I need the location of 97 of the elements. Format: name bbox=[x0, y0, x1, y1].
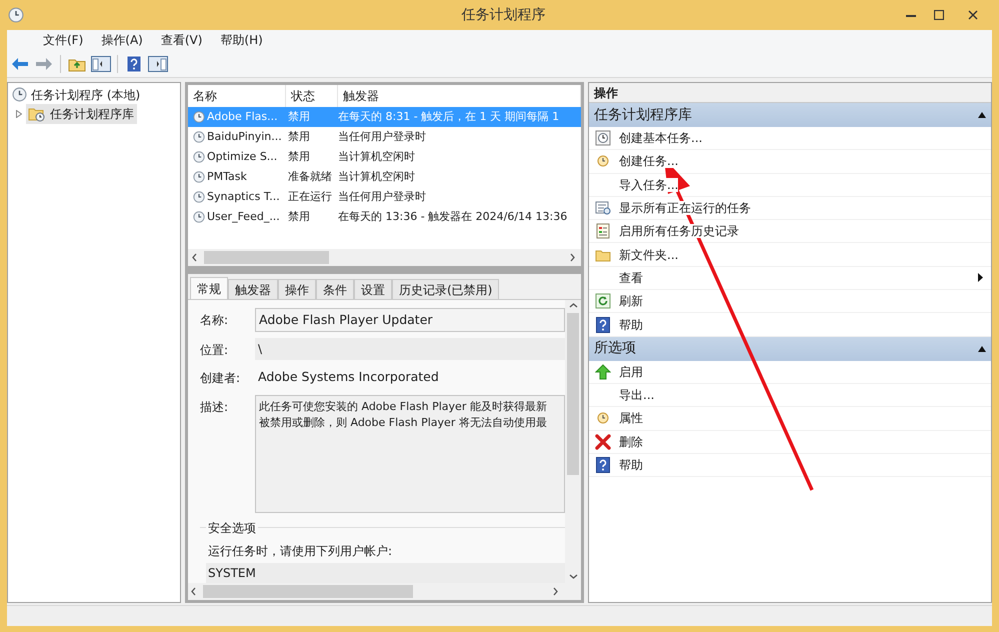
action-item[interactable]: 启用所有任务历史记录 bbox=[589, 220, 991, 244]
task-row[interactable]: Optimize S... 禁用 当计算机空闲时 bbox=[188, 147, 581, 167]
field-label: 创建者: bbox=[200, 370, 242, 388]
table-cell-text: 禁用 bbox=[287, 148, 311, 165]
action-item[interactable]: 创建基本任务... bbox=[589, 127, 991, 150]
detail-tab[interactable]: 历史记录(已禁用) bbox=[392, 278, 500, 298]
menu-item[interactable]: 帮助(H) bbox=[212, 31, 271, 49]
table-cell-text: PMTask bbox=[207, 168, 247, 185]
table-cell-text: 当任何用户登录时 bbox=[338, 188, 426, 205]
expand-arrow-icon[interactable] bbox=[16, 110, 22, 118]
task-row[interactable]: Synaptics T... 正在运行 当任何用户登录时 bbox=[188, 187, 581, 207]
table-cell-text: 当计算机空闲时 bbox=[338, 168, 415, 185]
description-field[interactable]: 此任务可使您安装的 Adobe Flash Player 能及时获得最新 被禁用或删除，则 Adobe Flash Player 将无法自动使用最 bbox=[255, 395, 565, 513]
table-cell-text: 禁用 bbox=[287, 108, 311, 125]
name-field[interactable]: Adobe Flash Player Updater bbox=[255, 308, 565, 332]
field-label: 位置: bbox=[200, 342, 230, 360]
clock-icon bbox=[193, 191, 205, 203]
table-cell-text: Adobe Flas... bbox=[207, 108, 278, 125]
action-item[interactable]: 属性 bbox=[589, 407, 991, 431]
action-item[interactable]: 帮助 bbox=[589, 454, 991, 478]
task-row[interactable]: BaiduPinyin... 禁用 当任何用户登录时 bbox=[188, 127, 581, 147]
clock-icon bbox=[597, 155, 609, 168]
detail-tab[interactable]: 条件 bbox=[316, 278, 354, 298]
action-item[interactable]: 刷新 bbox=[589, 290, 991, 314]
clock-icon bbox=[193, 151, 205, 163]
tree-item[interactable]: 任务计划程序 (本地) bbox=[8, 85, 180, 104]
window-title: 任务计划程序 bbox=[460, 6, 546, 24]
scroll-down-icon[interactable] bbox=[568, 572, 578, 581]
table-cell-text: 禁用 bbox=[287, 208, 311, 225]
account-prompt: 运行任务时，请使用下列用户帐户: bbox=[207, 543, 394, 560]
app-clock-icon bbox=[8, 7, 24, 23]
clock-icon bbox=[193, 171, 205, 183]
detail-tab[interactable]: 设置 bbox=[354, 278, 392, 298]
table-cell-text: Optimize S... bbox=[207, 148, 278, 165]
collapse-arrow-icon[interactable] bbox=[978, 112, 986, 118]
action-item[interactable]: 查看 bbox=[589, 266, 991, 290]
task-row[interactable]: PMTask 准备就绪 当计算机空闲时 bbox=[188, 167, 581, 187]
action-item[interactable]: 导出... bbox=[589, 384, 991, 408]
clock-icon bbox=[597, 412, 609, 424]
field-label: 描述: bbox=[200, 399, 230, 416]
folder-clock-icon bbox=[28, 106, 46, 122]
table-cell-text: User_Feed_... bbox=[207, 208, 280, 225]
account-value: SYSTEM bbox=[206, 563, 565, 583]
action-item[interactable]: 显示所有正在运行的任务 bbox=[589, 196, 991, 220]
group-title: 安全选项 bbox=[206, 520, 258, 536]
table-cell-text: 在每天的 13:36 - 触发器在 2024/6/14 13:36 bbox=[338, 208, 568, 225]
help-icon bbox=[596, 457, 610, 473]
section-title: 任务计划程序库 bbox=[594, 106, 692, 124]
maximize-icon bbox=[934, 10, 944, 20]
delete-icon bbox=[595, 434, 611, 450]
table-cell-text: Synaptics T... bbox=[207, 188, 280, 205]
table-cell-text: 当任何用户登录时 bbox=[338, 128, 426, 145]
detail-tab[interactable]: 常规 bbox=[190, 276, 228, 298]
table-cell-text: 准备就绪 bbox=[287, 168, 333, 185]
section-header[interactable]: 所选项 bbox=[589, 336, 991, 361]
scrollbar-thumb[interactable] bbox=[203, 585, 413, 598]
menu-item[interactable]: 查看(V) bbox=[152, 31, 210, 49]
help-icon bbox=[596, 316, 610, 333]
task-list-icon bbox=[595, 200, 611, 216]
action-item[interactable]: 删除 bbox=[589, 430, 991, 454]
vertical-scrollbar[interactable] bbox=[565, 300, 581, 583]
horizontal-scrollbar[interactable] bbox=[188, 583, 581, 600]
action-item[interactable]: 启用 bbox=[589, 360, 991, 384]
table-cell-text: BaiduPinyin... bbox=[207, 128, 282, 145]
menu-item[interactable]: 文件(F) bbox=[35, 31, 92, 49]
clock-icon bbox=[193, 211, 205, 223]
collapse-arrow-icon[interactable] bbox=[978, 346, 986, 352]
table-cell-text: 当计算机空闲时 bbox=[338, 148, 415, 165]
task-row[interactable]: User_Feed_... 禁用 在每天的 13:36 - 触发器在 2024/6/14 13:36 bbox=[188, 207, 581, 227]
detail-tab[interactable]: 触发器 bbox=[228, 278, 278, 298]
action-item[interactable]: 创建任务... bbox=[589, 150, 991, 174]
log-icon bbox=[595, 223, 611, 240]
clock-window-icon bbox=[595, 130, 611, 146]
tree-item[interactable]: 任务计划程序库 bbox=[26, 104, 137, 124]
refresh-icon bbox=[595, 293, 611, 310]
table-cell-text: 正在运行 bbox=[287, 188, 333, 205]
table-cell-text: 禁用 bbox=[287, 128, 311, 145]
up-arrow-icon bbox=[595, 364, 611, 380]
location-value: \ bbox=[255, 338, 565, 360]
detail-tab[interactable]: 操作 bbox=[278, 278, 316, 298]
scrollbar-thumb[interactable] bbox=[204, 250, 329, 264]
menu-item[interactable]: 操作(A) bbox=[93, 31, 151, 49]
scrollbar-thumb[interactable] bbox=[567, 312, 579, 474]
minimize-icon bbox=[906, 14, 916, 16]
clock-icon bbox=[12, 87, 27, 102]
section-title: 所选项 bbox=[594, 339, 636, 358]
scroll-up-icon[interactable] bbox=[568, 302, 578, 310]
actions-header: 操作 bbox=[589, 83, 991, 103]
close-icon bbox=[968, 10, 978, 20]
section-header[interactable]: 任务计划程序库 bbox=[589, 103, 991, 127]
clock-icon bbox=[193, 111, 205, 123]
author-value: Adobe Systems Incorporated bbox=[257, 368, 440, 386]
table-cell-text: 在每天的 8:31 - 触发后，在 1 天 期间每隔 1 bbox=[338, 108, 560, 125]
action-item[interactable]: 新文件夹... bbox=[589, 243, 991, 267]
horizontal-scrollbar[interactable] bbox=[188, 248, 581, 266]
field-label: 名称: bbox=[200, 312, 230, 328]
clock-icon bbox=[193, 131, 205, 143]
